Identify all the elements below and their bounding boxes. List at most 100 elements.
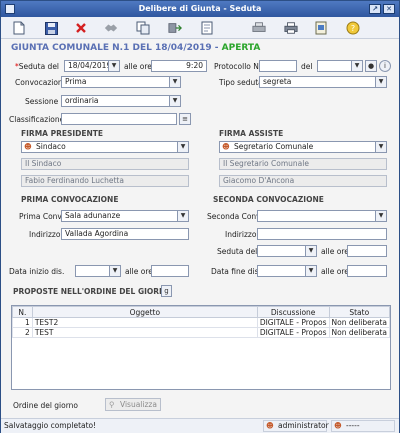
firma-assiste-select[interactable]: ☻ Segretario Comunale ▼: [219, 141, 387, 153]
inizio-ore-input[interactable]: [151, 265, 189, 277]
proposte-table: N. Oggetto Discussione Stato 1 TEST2 DIG…: [11, 305, 391, 390]
chevron-down-icon[interactable]: ▼: [177, 211, 188, 221]
classificazione-label: Classificazione: [9, 115, 65, 124]
title-bar: Delibere di Giunta - Seduta ↗ ✕: [1, 1, 399, 17]
user-panel: ☻ administrator: [263, 420, 329, 432]
firma-presidente-name: Fabio Ferdinando Luchetta: [21, 175, 189, 187]
column-header-stato[interactable]: Stato: [328, 306, 391, 318]
column-header-n[interactable]: N.: [12, 306, 33, 318]
seconda-conv-select[interactable]: ▼: [257, 210, 387, 222]
table-row[interactable]: 2 TEST DIGITALE - Propos Non deliberata: [12, 327, 391, 338]
firma-presidente-heading: FIRMA PRESIDENTE: [21, 129, 104, 138]
user-icon: ☻: [334, 421, 342, 430]
data-fine-picker[interactable]: ▼: [257, 265, 317, 277]
table-header-row: N. Oggetto Discussione Stato: [12, 306, 391, 318]
main-window: Delibere di Giunta - Seduta ↗ ✕ ? GIUNTA…: [0, 0, 400, 433]
user-icon: ☻: [222, 142, 230, 151]
new-document-icon[interactable]: [11, 20, 27, 36]
chevron-down-icon[interactable]: ▼: [305, 246, 316, 256]
status-message: Salvataggio completato!: [4, 421, 97, 430]
printer-gray-icon[interactable]: [251, 20, 267, 36]
chevron-down-icon[interactable]: ▼: [375, 142, 386, 152]
report-icon[interactable]: [313, 20, 329, 36]
convocazione-select[interactable]: Prima ▼: [61, 76, 181, 88]
seconda-ore-label: alle ore: [321, 247, 349, 256]
copy-icon[interactable]: [135, 20, 151, 36]
firma-assiste-heading: FIRMA ASSISTE: [219, 129, 284, 138]
seconda-seduta-date-picker[interactable]: ▼: [257, 245, 317, 257]
seduta-date-picker[interactable]: 18/04/2019 ▼: [64, 60, 120, 72]
chevron-down-icon[interactable]: ▼: [169, 96, 180, 106]
document-icon[interactable]: [199, 20, 215, 36]
firma-presidente-select[interactable]: ☻ Sindaco ▼: [21, 141, 189, 153]
tipo-seduta-label: Tipo seduta: [219, 78, 263, 87]
tree-icon[interactable]: ≡: [179, 113, 191, 125]
prima-conv-label: Prima Conv.: [19, 212, 64, 221]
inizio-ore-label: alle ore: [125, 267, 153, 276]
chevron-down-icon[interactable]: ▼: [375, 211, 386, 221]
seconda-ore-input[interactable]: [347, 245, 387, 257]
firma-assiste-title: Il Segretario Comunale: [219, 158, 387, 170]
firma-presidente-title: Il Sindaco: [21, 158, 189, 170]
seduta-label: *Seduta del: [15, 62, 60, 71]
magnifier-icon: ⚲: [109, 400, 115, 409]
sessione-select[interactable]: ordinaria ▼: [61, 95, 181, 107]
seconda-indirizzo-input[interactable]: [257, 228, 387, 240]
prima-indirizzo-input[interactable]: Vallada Agordina: [61, 228, 189, 240]
cell-discussione: DIGITALE - Propos: [256, 327, 330, 338]
prima-conv-select[interactable]: Sala adunanze ▼: [61, 210, 189, 222]
protocollo-input[interactable]: [259, 60, 297, 72]
chevron-down-icon[interactable]: ▼: [351, 61, 362, 71]
ore-label: alle ore: [124, 62, 152, 71]
window-title: Delibere di Giunta - Seduta: [138, 4, 262, 13]
chevron-down-icon[interactable]: ▼: [177, 142, 188, 152]
ore-input[interactable]: 9:20: [151, 60, 207, 72]
close-icon[interactable]: ✕: [383, 4, 395, 14]
table-row[interactable]: 1 TEST2 DIGITALE - Propos Non deliberata: [12, 317, 391, 328]
chevron-down-icon[interactable]: ▼: [109, 266, 120, 276]
info-icon[interactable]: i: [379, 60, 391, 72]
transfer-icon[interactable]: [167, 20, 183, 36]
seconda-convocazione-heading: SECONDA CONVOCAZIONE: [213, 195, 324, 204]
fine-ore-label: alle ore: [321, 267, 349, 276]
search-icon[interactable]: ●: [365, 60, 377, 72]
cell-oggetto: TEST: [31, 327, 258, 338]
delete-icon[interactable]: [73, 20, 89, 36]
restore-icon[interactable]: ↗: [369, 4, 381, 14]
cell-n: 1: [12, 317, 33, 328]
visualizza-button[interactable]: ⚲ Visualizza: [105, 398, 161, 411]
proposte-heading: PROPOSTE NELL'ORDINE DEL GIORNO: [13, 287, 172, 296]
status-bar: Salvataggio completato! ☻ administrator ☻…: [1, 418, 399, 433]
cell-stato: Non deliberata: [328, 317, 391, 328]
printer-icon[interactable]: [283, 20, 299, 36]
save-icon[interactable]: [43, 20, 59, 36]
data-inizio-picker[interactable]: ▼: [75, 265, 121, 277]
convocazione-label: Convocazione: [15, 78, 68, 87]
ordine-label: Ordine del giorno: [13, 401, 79, 410]
status-badge: APERTA: [221, 43, 261, 53]
classificazione-input[interactable]: [61, 113, 177, 125]
page-title: GIUNTA COMUNALE N.1 DEL 18/04/2019 - APE…: [11, 43, 261, 53]
info-icon[interactable]: g: [161, 285, 172, 297]
tipo-seduta-select[interactable]: segreta ▼: [259, 76, 387, 88]
chevron-down-icon[interactable]: ▼: [108, 61, 119, 71]
cell-oggetto: TEST2: [31, 317, 258, 328]
fine-ore-input[interactable]: [347, 265, 387, 277]
handshake-icon[interactable]: [103, 20, 119, 36]
column-header-discussione[interactable]: Discussione: [256, 306, 330, 318]
cell-n: 2: [12, 327, 33, 338]
chevron-down-icon[interactable]: ▼: [375, 77, 386, 87]
cell-stato: Non deliberata: [328, 327, 391, 338]
help-icon[interactable]: ?: [345, 20, 361, 36]
svg-text:?: ?: [351, 24, 355, 33]
user-icon: ☻: [24, 142, 32, 151]
cell-discussione: DIGITALE - Propos: [256, 317, 330, 328]
data-fine-label: Data fine dis.: [211, 267, 261, 276]
chevron-down-icon[interactable]: ▼: [169, 77, 180, 87]
column-header-oggetto[interactable]: Oggetto: [31, 306, 258, 318]
firma-assiste-name: Giacomo D'Ancona: [219, 175, 387, 187]
del-date-picker[interactable]: ▼: [317, 60, 363, 72]
seconda-indirizzo-label: Indirizzo: [225, 230, 257, 239]
prima-convocazione-heading: PRIMA CONVOCAZIONE: [21, 195, 119, 204]
chevron-down-icon[interactable]: ▼: [305, 266, 316, 276]
